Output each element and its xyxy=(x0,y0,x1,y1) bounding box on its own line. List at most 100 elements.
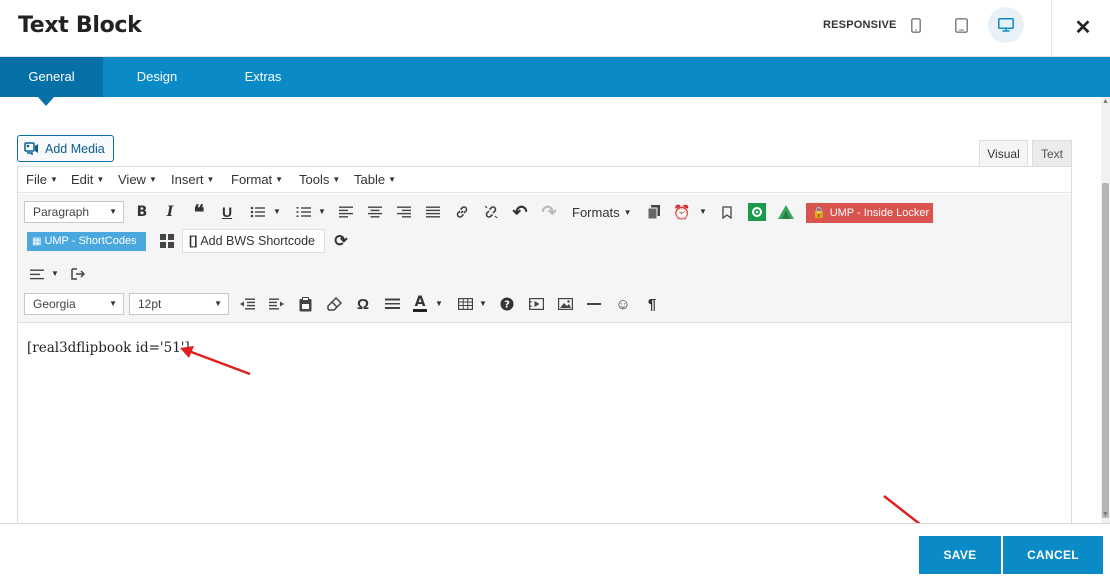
menu-table-label: Table xyxy=(354,172,386,187)
horizontal-line-button[interactable] xyxy=(583,293,605,315)
text-mode-tab[interactable]: Text xyxy=(1032,140,1072,167)
blockquote-button[interactable]: ❝ xyxy=(188,201,210,224)
text-block-modal: Text Block RESPONSIVE ✕ General Design E… xyxy=(0,0,1110,584)
close-icon: ✕ xyxy=(1074,16,1092,39)
justify-button[interactable] xyxy=(422,201,444,223)
save-button[interactable]: SAVE xyxy=(919,536,1001,574)
copy-button[interactable] xyxy=(643,201,665,223)
scroll-down-arrow[interactable]: ▼ xyxy=(1102,511,1109,518)
tab-general[interactable]: General xyxy=(0,57,103,97)
special-char-button[interactable]: Ω xyxy=(352,293,374,315)
add-bws-shortcode-button[interactable]: [] Add BWS Shortcode xyxy=(182,229,325,253)
outdent-icon xyxy=(239,298,255,310)
ump-locker-label: UMP - Inside Locker xyxy=(829,207,930,219)
chevron-down-icon: ▼ xyxy=(109,299,117,308)
close-button[interactable]: ✕ xyxy=(1066,10,1100,44)
exit-button[interactable] xyxy=(67,263,89,285)
menu-insert-label: Insert xyxy=(171,172,204,187)
paste-button[interactable] xyxy=(294,293,316,315)
header-divider xyxy=(1051,0,1052,57)
undo-button[interactable]: ↶ xyxy=(509,201,531,223)
bookmark-button[interactable] xyxy=(716,201,738,223)
editor-content-text[interactable]: [real3dflipbook id='51'] xyxy=(27,340,190,356)
align-right-icon xyxy=(397,206,411,218)
bws-label: Add BWS Shortcode xyxy=(200,234,315,248)
align-menu-button[interactable] xyxy=(26,263,48,285)
horizontal-rule-button[interactable] xyxy=(381,293,403,315)
image-button[interactable] xyxy=(554,293,576,315)
editor-menubar: File ▼ Edit ▼ View ▼ Insert ▼ Format ▼ Tools ▼… xyxy=(18,167,1071,193)
align-left-button[interactable] xyxy=(335,201,357,223)
align-center-button[interactable] xyxy=(364,201,386,223)
visual-mode-tab[interactable]: Visual xyxy=(979,140,1028,167)
menu-file[interactable]: File ▼ xyxy=(26,172,58,187)
modal-header: Text Block RESPONSIVE ✕ xyxy=(0,0,1110,57)
add-media-label: Add Media xyxy=(45,141,105,156)
clear-format-button[interactable] xyxy=(323,293,345,315)
chevron-down-icon[interactable]: ▼ xyxy=(273,207,281,216)
mobile-view-button[interactable] xyxy=(898,7,934,43)
chevron-down-icon[interactable]: ▼ xyxy=(51,269,59,278)
menu-table[interactable]: Table ▼ xyxy=(354,172,396,187)
tablet-view-button[interactable] xyxy=(943,7,979,43)
bold-button[interactable]: B xyxy=(131,201,153,223)
chevron-down-icon[interactable]: ▼ xyxy=(435,299,443,308)
justify-icon xyxy=(426,206,440,218)
bookmark-icon xyxy=(722,205,732,219)
svg-text:?: ? xyxy=(504,300,510,311)
text-color-button[interactable]: A xyxy=(409,293,431,315)
active-tab-pointer xyxy=(38,97,54,106)
help-button[interactable]: ? xyxy=(496,293,518,315)
font-family-select[interactable]: Georgia ▼ xyxy=(24,293,124,315)
refresh-button[interactable]: ⟳ xyxy=(330,230,352,252)
horizontal-line-icon xyxy=(587,303,601,305)
redo-button[interactable]: ↷ xyxy=(538,201,560,223)
media-button[interactable] xyxy=(525,293,547,315)
formats-dropdown[interactable]: Formats ▼ xyxy=(572,205,632,220)
menu-file-label: File xyxy=(26,172,47,187)
font-size-select[interactable]: 12pt ▼ xyxy=(129,293,229,315)
pilcrow-icon: ¶ xyxy=(647,295,657,313)
align-center-icon xyxy=(368,206,382,218)
show-blocks-button[interactable]: ¶ xyxy=(641,293,663,315)
italic-button[interactable]: I xyxy=(159,201,181,223)
table-button[interactable] xyxy=(454,293,476,315)
desktop-view-button[interactable] xyxy=(988,7,1024,43)
emoji-button[interactable]: ☺ xyxy=(612,293,634,315)
chevron-down-icon[interactable]: ▼ xyxy=(318,207,326,216)
tab-design[interactable]: Design xyxy=(113,57,201,97)
cancel-button[interactable]: CANCEL xyxy=(1003,536,1103,574)
alarm-button[interactable]: ⏰ xyxy=(671,201,693,223)
scroll-up-arrow[interactable]: ▲ xyxy=(1102,98,1109,105)
link-button[interactable] xyxy=(451,201,473,223)
menu-tools[interactable]: Tools ▼ xyxy=(299,172,340,187)
copy-icon xyxy=(648,205,660,219)
chevron-down-icon: ▼ xyxy=(388,175,396,184)
triangle-plugin-button[interactable] xyxy=(775,201,797,223)
menu-edit[interactable]: Edit ▼ xyxy=(71,172,104,187)
unlink-button[interactable] xyxy=(480,201,502,223)
bullet-list-button[interactable] xyxy=(246,201,268,223)
menu-view[interactable]: View ▼ xyxy=(118,172,157,187)
underline-button[interactable]: U xyxy=(216,201,238,223)
ump-shortcodes-button[interactable]: ▦ UMP - ShortCodes xyxy=(27,232,146,251)
tab-extras[interactable]: Extras xyxy=(222,57,304,97)
block-format-select[interactable]: Paragraph ▼ xyxy=(24,201,124,223)
add-media-button[interactable]: Add Media xyxy=(17,135,114,162)
refresh-icon: ⟳ xyxy=(334,233,348,250)
chevron-down-icon[interactable]: ▼ xyxy=(479,299,487,308)
ump-inside-locker-button[interactable]: 🔒 UMP - Inside Locker xyxy=(806,203,933,223)
shortcode-grid-button[interactable] xyxy=(156,230,178,252)
menu-insert[interactable]: Insert ▼ xyxy=(171,172,214,187)
formats-label: Formats xyxy=(572,205,620,220)
outdent-button[interactable] xyxy=(236,293,258,315)
gear-plugin-button[interactable] xyxy=(746,201,768,223)
scrollbar-thumb[interactable] xyxy=(1102,183,1109,518)
indent-button[interactable] xyxy=(265,293,287,315)
undo-icon: ↶ xyxy=(512,201,528,222)
numbered-list-button[interactable] xyxy=(292,201,314,223)
align-right-button[interactable] xyxy=(393,201,415,223)
menu-format[interactable]: Format ▼ xyxy=(231,172,283,187)
align-left-icon xyxy=(339,206,353,218)
chevron-down-icon[interactable]: ▼ xyxy=(699,207,707,216)
